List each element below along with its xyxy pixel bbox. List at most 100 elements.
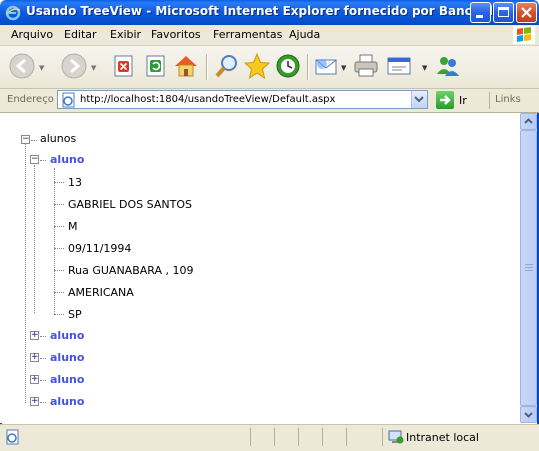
security-zone-label: Intranet local (406, 431, 479, 444)
status-bar: Intranet local (0, 424, 539, 451)
window-title: Usando TreeView - Microsoft Internet Exp… (26, 4, 507, 18)
tree-line (40, 402, 46, 403)
status-panel-divider (322, 428, 323, 446)
menu-editar[interactable]: Editar (64, 28, 97, 41)
tree-leaf-node[interactable]: 09/11/1994 (68, 242, 131, 255)
tree-leaf-node[interactable]: M (68, 220, 78, 233)
scroll-thumb[interactable] (520, 130, 537, 406)
tree-branch-node[interactable]: aluno (50, 351, 84, 364)
toolbar-separator (307, 54, 308, 80)
tree-line (54, 314, 64, 315)
tree-line (34, 165, 35, 313)
expand-toggle[interactable]: + (30, 397, 39, 406)
forward-icon[interactable] (60, 52, 88, 80)
expand-toggle[interactable]: + (30, 353, 39, 362)
edit-dropdown-icon[interactable]: ▼ (422, 64, 427, 72)
chevron-down-icon (524, 412, 533, 418)
menu-favoritos[interactable]: Favoritos (151, 28, 201, 41)
scroll-down-button[interactable] (520, 406, 537, 423)
expand-toggle[interactable]: + (30, 375, 39, 384)
minimize-icon (476, 15, 483, 18)
tree-line (54, 182, 64, 183)
toolbar-separator (206, 54, 207, 80)
tree-leaf-node[interactable]: SP (68, 308, 82, 321)
tree-branch-node[interactable]: aluno (50, 329, 84, 342)
tree-line (25, 144, 26, 403)
tree-branch-node[interactable]: aluno (50, 395, 84, 408)
scroll-up-button[interactable] (520, 113, 537, 130)
tree-line (54, 270, 64, 271)
collapse-toggle[interactable]: − (30, 155, 39, 164)
edit-icon[interactable] (385, 52, 413, 80)
chevron-up-icon (524, 118, 533, 124)
print-icon[interactable] (352, 52, 380, 80)
home-icon[interactable] (172, 52, 200, 80)
stop-icon[interactable] (110, 52, 138, 80)
address-separator (489, 92, 490, 109)
menu-ajuda[interactable]: Ajuda (289, 28, 320, 41)
collapse-toggle[interactable]: − (21, 135, 30, 144)
tree-line (40, 358, 46, 359)
back-icon[interactable] (8, 52, 36, 80)
ie-logo-icon (5, 5, 21, 21)
page-icon (62, 92, 75, 108)
expand-toggle[interactable]: + (30, 331, 39, 340)
tree-leaf-node[interactable]: GABRIEL DOS SANTOS (68, 198, 192, 211)
history-icon[interactable] (274, 52, 302, 80)
close-icon (521, 7, 532, 18)
search-icon[interactable] (213, 52, 241, 80)
tree-line (54, 168, 55, 314)
address-label: Endereço (7, 94, 54, 105)
windows-logo-icon (513, 26, 535, 44)
chevron-down-icon (414, 96, 424, 103)
tree-line (31, 140, 37, 141)
mail-dropdown-icon[interactable]: ▼ (341, 64, 346, 72)
mail-icon[interactable] (313, 52, 341, 80)
status-panel-divider (250, 428, 251, 446)
intranet-zone-icon (388, 430, 404, 444)
back-dropdown-icon[interactable]: ▼ (39, 64, 44, 72)
menu-arquivo[interactable]: Arquivo (11, 28, 53, 41)
grip-line (525, 264, 533, 265)
menu-exibir[interactable]: Exibir (110, 28, 141, 41)
maximize-button[interactable] (493, 2, 514, 23)
address-input[interactable]: http://localhost:1804/usandoTreeView/Def… (57, 90, 428, 109)
grip-line (525, 267, 533, 268)
go-label[interactable]: Ir (459, 94, 467, 107)
menu-bar: Arquivo Editar Exibir Favoritos Ferramen… (0, 25, 539, 46)
minimize-button[interactable] (470, 2, 491, 23)
favorites-icon[interactable] (243, 52, 271, 80)
status-panel-divider (382, 428, 383, 446)
maximize-icon (498, 7, 509, 17)
messenger-icon[interactable] (434, 52, 462, 80)
refresh-icon[interactable] (142, 52, 170, 80)
tree-line (54, 292, 64, 293)
forward-dropdown-icon[interactable]: ▼ (91, 64, 96, 72)
links-button[interactable]: Links (495, 94, 521, 105)
toolbar: ▼ ▼ ▼ ▼ (0, 46, 539, 89)
grip-line (525, 270, 533, 271)
tree-leaf-node[interactable]: Rua GUANABARA , 109 (68, 264, 194, 277)
tree-line (40, 336, 46, 337)
tree-line (54, 226, 64, 227)
address-bar: Endereço http://localhost:1804/usandoTre… (0, 89, 539, 113)
tree-leaf-node[interactable]: AMERICANA (68, 286, 134, 299)
page-status-icon (6, 429, 19, 445)
title-bar: Usando TreeView - Microsoft Internet Exp… (0, 0, 539, 25)
address-dropdown-button[interactable] (411, 91, 427, 108)
go-button[interactable] (436, 91, 454, 109)
tree-line (40, 380, 46, 381)
arrow-right-icon (440, 95, 451, 105)
close-button[interactable] (516, 2, 537, 23)
tree-root-node[interactable]: alunos (40, 132, 76, 145)
menu-ferramentas[interactable]: Ferramentas (213, 28, 282, 41)
tree-leaf-node[interactable]: 13 (68, 176, 82, 189)
vertical-scrollbar[interactable] (520, 113, 537, 423)
tree-branch-node[interactable]: aluno (50, 153, 84, 166)
status-panel-divider (298, 428, 299, 446)
tree-line (54, 204, 64, 205)
tree-branch-node[interactable]: aluno (50, 373, 84, 386)
page-content: − alunos − aluno 13 GABRIEL DOS SANTOS M… (0, 113, 520, 423)
tree-line (54, 248, 64, 249)
address-url[interactable]: http://localhost:1804/usandoTreeView/Def… (80, 94, 335, 105)
